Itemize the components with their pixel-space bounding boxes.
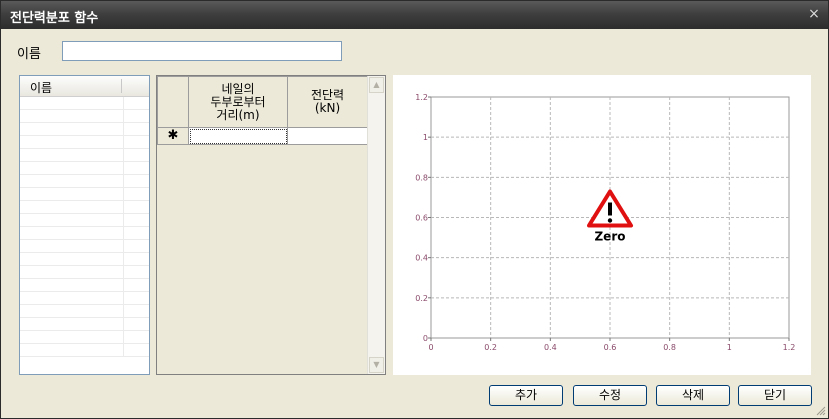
column-header-distance[interactable]: 네일의 두부로부터 거리(m) [188,76,288,128]
column-header-shear-label: 전단력 (kN) [310,88,345,115]
add-button[interactable]: 추가 [489,385,563,406]
list-item[interactable] [20,136,149,149]
list-item[interactable] [20,201,149,214]
x-tick-label: 0.6 [604,343,617,352]
function-list[interactable]: 이름 [19,75,150,375]
x-tick-label: 1.2 [783,343,796,352]
edit-button[interactable]: 수정 [573,385,647,406]
list-item[interactable] [20,292,149,305]
list-item[interactable] [20,305,149,318]
list-item[interactable] [20,279,149,292]
cell-distance[interactable] [188,127,288,145]
list-item[interactable] [20,331,149,344]
cell-shear[interactable] [287,127,368,145]
x-tick-label: 0.4 [544,343,557,352]
chart: 0 0.2 0.4 0.6 0.8 1 1.2 0 0.2 0.4 0.6 0.8 1 1.2 Zero [415,93,796,352]
scroll-down-icon[interactable]: ▼ [369,357,384,373]
list-item[interactable] [20,162,149,175]
scroll-up-icon[interactable]: ▲ [369,77,384,93]
list-item[interactable] [20,188,149,201]
y-tick-label: 0.2 [415,294,428,303]
name-label: 이름 [17,47,41,62]
list-item[interactable] [20,175,149,188]
y-tick-label: 1.2 [415,93,428,102]
list-item[interactable] [20,214,149,227]
column-divider[interactable] [121,79,122,93]
list-item[interactable] [20,344,149,357]
y-tick-label: 0.8 [415,173,428,182]
list-item[interactable] [20,97,149,110]
y-tick-label: 0.6 [415,214,428,223]
column-header-distance-label: 네일의 두부로부터 거리(m) [210,81,266,122]
grid-corner-header [157,76,189,128]
x-tick-label: 0.8 [663,343,676,352]
y-tick-label: 0.4 [415,254,428,263]
close-icon[interactable]: × [806,6,822,22]
chart-panel: 0 0.2 0.4 0.6 0.8 1 1.2 0 0.2 0.4 0.6 0.8 1 1.2 Zero [393,75,811,375]
list-item[interactable] [20,227,149,240]
list-item[interactable] [20,266,149,279]
x-tick-label: 0 [428,343,433,352]
list-header-label: 이름 [30,81,53,95]
list-item[interactable] [20,253,149,266]
new-row-indicator: ✱ [157,127,189,145]
name-input[interactable] [62,41,342,61]
y-tick-label: 0 [423,334,428,343]
column-header-shear[interactable]: 전단력 (kN) [287,76,368,128]
x-tick-label: 0.2 [484,343,497,352]
list-item[interactable] [20,149,149,162]
x-tick-label: 1 [727,343,732,352]
data-grid[interactable]: 네일의 두부로부터 거리(m) 전단력 (kN) ✱ ▲ ▼ [156,75,386,375]
window-title: 전단력분포 함수 [10,11,99,26]
list-item[interactable] [20,123,149,136]
y-tick-label: 1 [423,133,428,142]
list-item[interactable] [20,240,149,253]
title-bar[interactable]: 전단력분포 함수 × [1,1,828,29]
warning-icon-bar [608,202,612,216]
warning-label: Zero [594,230,625,244]
close-button[interactable]: 닫기 [738,385,812,406]
list-item[interactable] [20,318,149,331]
warning-icon-dot [607,218,613,223]
grid-scrollbar[interactable]: ▲ ▼ [367,76,385,374]
resize-grip-icon[interactable] [816,406,826,416]
dialog-window: 전단력분포 함수 × 이름 이름 네일의 두부로부터 거리(m) 전단력 (kN) ✱… [0,0,829,419]
list-rows [20,97,149,357]
list-header[interactable]: 이름 [20,76,149,97]
list-item[interactable] [20,110,149,123]
delete-button[interactable]: 삭제 [656,385,730,406]
